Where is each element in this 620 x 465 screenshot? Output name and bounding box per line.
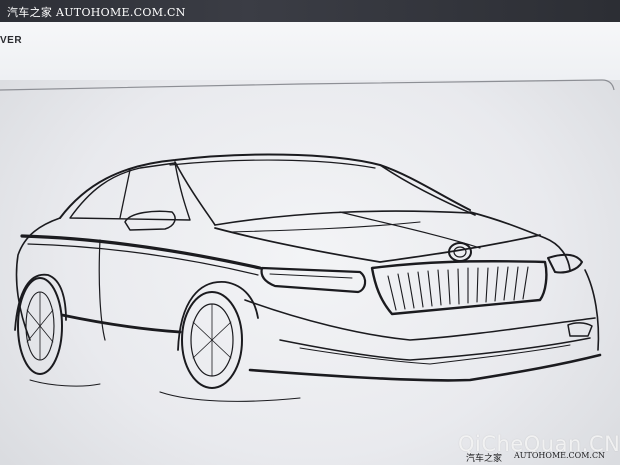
headlight	[260, 266, 367, 294]
page-frame-line	[0, 79, 615, 91]
sketch-photo: 汽车之家 AUTOHOME.COM.CN VER QiCheQuan.CN 汽车…	[0, 0, 620, 465]
watermark-bottom-url: AUTOHOME.COM.CN	[514, 451, 606, 460]
front-fascia	[244, 299, 596, 341]
sill-line	[60, 313, 182, 334]
watermark-bottom-cn: 汽车之家	[466, 454, 503, 464]
ground-shadow-front	[159, 391, 301, 402]
hood-crease-left	[229, 221, 421, 233]
grille	[370, 260, 548, 316]
hood-front-edge	[214, 227, 541, 263]
fog-light	[567, 322, 593, 337]
roof-line-2	[169, 159, 376, 169]
b-pillar	[119, 169, 131, 219]
windshield	[174, 161, 476, 226]
ground-shadow-rear	[29, 379, 101, 387]
headlight-right	[547, 253, 583, 274]
mirror	[124, 210, 176, 231]
car-sketch	[0, 79, 615, 402]
door-line	[98, 239, 106, 341]
shoulder-line	[20, 234, 262, 270]
